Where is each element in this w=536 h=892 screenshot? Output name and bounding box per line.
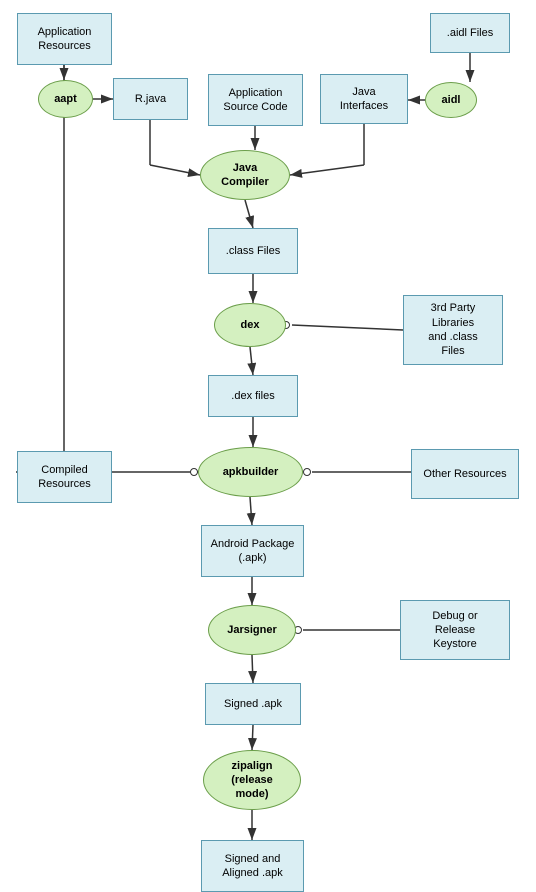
jarsigner-label: Jarsigner bbox=[227, 623, 277, 637]
class-files-box: .class Files bbox=[208, 228, 298, 274]
aidl-files-label: .aidl Files bbox=[447, 26, 493, 40]
aidl-label: aidl bbox=[442, 93, 461, 107]
dex-files-box: .dex files bbox=[208, 375, 298, 417]
apkbuilder-oval: apkbuilder bbox=[198, 447, 303, 497]
compiled-resources-label: Compiled Resources bbox=[38, 463, 91, 492]
aidl-oval: aidl bbox=[425, 82, 477, 118]
app-resources-box: Application Resources bbox=[17, 13, 112, 65]
signed-aligned-box: Signed and Aligned .apk bbox=[201, 840, 304, 892]
android-package-box: Android Package (.apk) bbox=[201, 525, 304, 577]
aapt-label: aapt bbox=[54, 92, 77, 106]
signed-apk-box: Signed .apk bbox=[205, 683, 301, 725]
compiled-resources-box: Compiled Resources bbox=[17, 451, 112, 503]
app-source-box: Application Source Code bbox=[208, 74, 303, 126]
signed-apk-label: Signed .apk bbox=[224, 697, 282, 711]
dex-oval: dex bbox=[214, 303, 286, 347]
r-java-label: R.java bbox=[135, 92, 166, 106]
java-compiler-label: Java Compiler bbox=[221, 161, 269, 190]
dex-files-label: .dex files bbox=[231, 389, 274, 403]
java-compiler-oval: Java Compiler bbox=[200, 150, 290, 200]
java-interfaces-box: Java Interfaces bbox=[320, 74, 408, 124]
third-party-box: 3rd Party Libraries and .class Files bbox=[403, 295, 503, 365]
java-interfaces-label: Java Interfaces bbox=[340, 85, 388, 114]
diagram: Application Resources .aidl Files aapt R… bbox=[0, 0, 536, 882]
android-package-label: Android Package (.apk) bbox=[211, 537, 295, 566]
debug-keystore-label: Debug or Release Keystore bbox=[432, 609, 477, 652]
app-source-label: Application Source Code bbox=[223, 86, 287, 115]
connection-lines bbox=[0, 0, 536, 882]
r-java-box: R.java bbox=[113, 78, 188, 120]
third-party-label: 3rd Party Libraries and .class Files bbox=[428, 301, 478, 358]
app-resources-label: Application Resources bbox=[38, 25, 92, 54]
signed-aligned-label: Signed and Aligned .apk bbox=[222, 852, 283, 881]
zipalign-label: zipalign (release mode) bbox=[231, 759, 273, 802]
aapt-oval: aapt bbox=[38, 80, 93, 118]
other-resources-label: Other Resources bbox=[423, 467, 506, 481]
class-files-label: .class Files bbox=[226, 244, 280, 258]
connector-apkbuilder-right bbox=[303, 468, 311, 476]
zipalign-oval: zipalign (release mode) bbox=[203, 750, 301, 810]
dex-label: dex bbox=[241, 318, 260, 332]
aidl-files-box: .aidl Files bbox=[430, 13, 510, 53]
debug-keystore-box: Debug or Release Keystore bbox=[400, 600, 510, 660]
connector-apkbuilder-left bbox=[190, 468, 198, 476]
other-resources-box: Other Resources bbox=[411, 449, 519, 499]
apkbuilder-label: apkbuilder bbox=[223, 465, 279, 479]
jarsigner-oval: Jarsigner bbox=[208, 605, 296, 655]
